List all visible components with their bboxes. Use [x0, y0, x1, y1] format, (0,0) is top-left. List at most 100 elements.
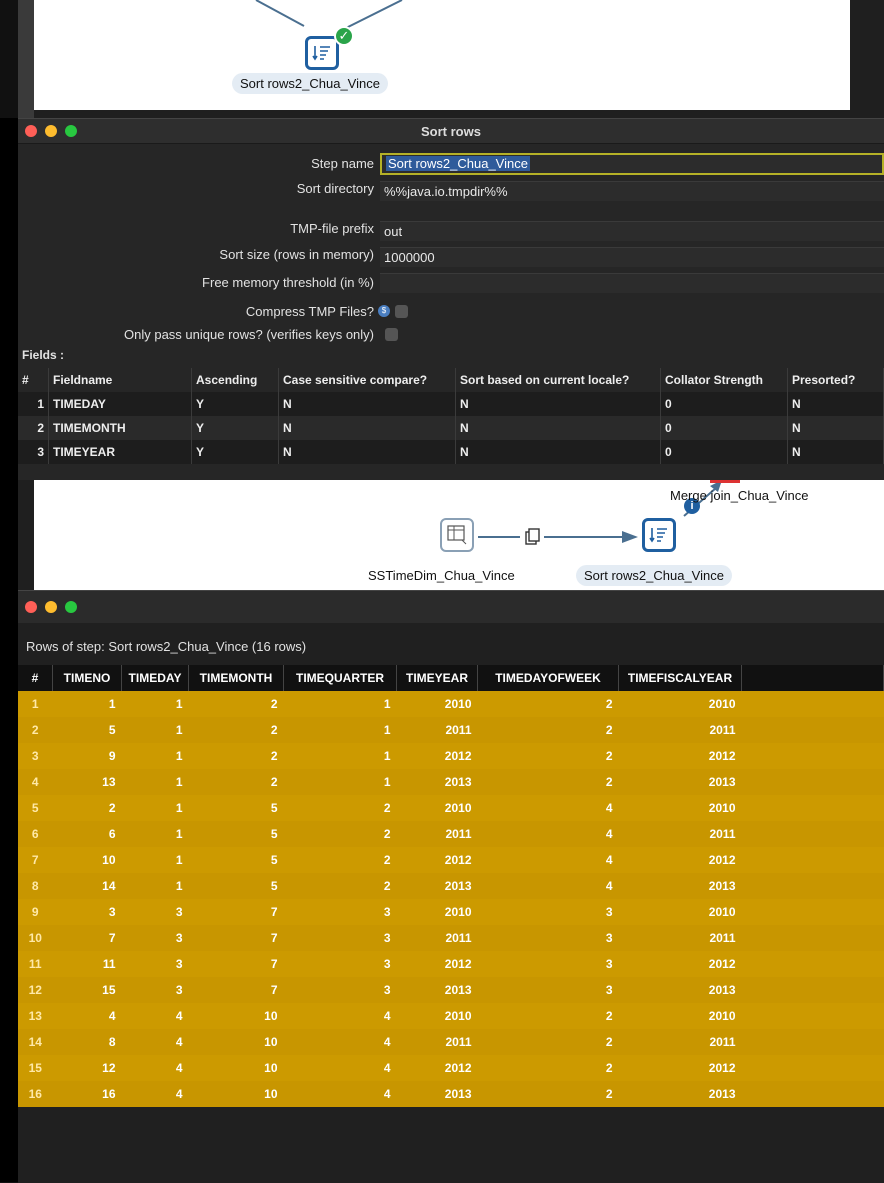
table-cell[interactable]: 3: [121, 951, 189, 977]
table-cell[interactable]: 2: [188, 769, 284, 795]
table-cell[interactable]: 4: [121, 1029, 189, 1055]
table-cell[interactable]: 2: [477, 691, 619, 717]
table-cell[interactable]: 5: [188, 873, 284, 899]
table-cell[interactable]: 3: [283, 925, 397, 951]
table-cell[interactable]: 1: [121, 873, 189, 899]
table-cell[interactable]: 2010: [618, 795, 742, 821]
table-row[interactable]: 2 TIMEMONTH Y N N 0 N: [18, 416, 884, 440]
compress-checkbox[interactable]: [395, 305, 408, 318]
sort-size-input[interactable]: 1000000: [380, 247, 884, 267]
copy-hop-icon[interactable]: [523, 527, 541, 552]
table-row[interactable]: 10 7 3 7 3 2011 3 2011: [18, 925, 884, 951]
table-row[interactable]: 2 5 1 2 1 2011 2 2011: [18, 717, 884, 743]
unique-rows-checkbox[interactable]: [385, 328, 398, 341]
table-row[interactable]: 9 3 3 7 3 2010 3 2010: [18, 899, 884, 925]
table-row[interactable]: 8 14 1 5 2 2013 4 2013: [18, 873, 884, 899]
presorted-cell[interactable]: N: [787, 440, 884, 464]
table-cell[interactable]: 2: [188, 717, 284, 743]
col-header[interactable]: Case sensitive compare?: [278, 368, 456, 392]
step-name-input[interactable]: Sort rows2_Chua_Vince: [380, 153, 884, 175]
table-cell[interactable]: 2: [477, 717, 619, 743]
table-cell[interactable]: 4: [283, 1029, 397, 1055]
col-header[interactable]: TIMEDAYOFWEEK: [477, 665, 619, 691]
table-cell[interactable]: 2010: [618, 899, 742, 925]
table-cell[interactable]: 1: [121, 691, 189, 717]
table-cell[interactable]: 3: [121, 925, 189, 951]
table-cell[interactable]: 2013: [396, 873, 478, 899]
table-cell[interactable]: 2012: [396, 743, 478, 769]
table-cell[interactable]: 10: [188, 1081, 284, 1107]
col-header[interactable]: Sort based on current locale?: [455, 368, 661, 392]
table-cell[interactable]: 7: [188, 925, 284, 951]
table-cell[interactable]: 1: [283, 691, 397, 717]
table-cell[interactable]: 4: [477, 821, 619, 847]
table-cell[interactable]: 16: [52, 1081, 122, 1107]
table-cell[interactable]: 2010: [618, 691, 742, 717]
collator-cell[interactable]: 0: [660, 392, 788, 416]
table-row[interactable]: 6 6 1 5 2 2011 4 2011: [18, 821, 884, 847]
zoom-window-button[interactable]: [65, 601, 77, 613]
table-cell[interactable]: 2: [283, 847, 397, 873]
table-cell[interactable]: 4: [477, 795, 619, 821]
close-window-button[interactable]: [25, 601, 37, 613]
table-cell[interactable]: 4: [121, 1081, 189, 1107]
table-cell[interactable]: 7: [52, 925, 122, 951]
table-cell[interactable]: 2: [52, 795, 122, 821]
table-row[interactable]: 15 12 4 10 4 2012 2 2012: [18, 1055, 884, 1081]
table-cell[interactable]: 2011: [396, 821, 478, 847]
table-cell[interactable]: 7: [188, 899, 284, 925]
table-cell[interactable]: 2013: [618, 1081, 742, 1107]
table-cell[interactable]: 7: [188, 977, 284, 1003]
table-cell[interactable]: 4: [52, 1003, 122, 1029]
table-cell[interactable]: 2011: [396, 925, 478, 951]
table-cell[interactable]: 2013: [396, 769, 478, 795]
col-header[interactable]: TIMENO: [52, 665, 122, 691]
table-cell[interactable]: 4: [283, 1003, 397, 1029]
table-cell[interactable]: 13: [52, 769, 122, 795]
col-header[interactable]: TIMEQUARTER: [283, 665, 397, 691]
table-cell[interactable]: 2012: [618, 1055, 742, 1081]
presorted-cell[interactable]: N: [787, 392, 884, 416]
table-row[interactable]: 3 9 1 2 1 2012 2 2012: [18, 743, 884, 769]
table-cell[interactable]: 15: [52, 977, 122, 1003]
table-cell[interactable]: 2: [477, 1003, 619, 1029]
table-cell[interactable]: 5: [52, 717, 122, 743]
case-sensitive-cell[interactable]: N: [278, 392, 456, 416]
table-cell[interactable]: 12: [52, 1055, 122, 1081]
table-cell[interactable]: 4: [121, 1055, 189, 1081]
table-cell[interactable]: 2013: [396, 1081, 478, 1107]
presorted-cell[interactable]: N: [787, 416, 884, 440]
table-cell[interactable]: 14: [52, 873, 122, 899]
table-cell[interactable]: 2: [283, 795, 397, 821]
table-cell[interactable]: 2010: [396, 1003, 478, 1029]
table-row[interactable]: 1 TIMEDAY Y N N 0 N: [18, 392, 884, 416]
table-row[interactable]: 5 2 1 5 2 2010 4 2010: [18, 795, 884, 821]
sort-rows-node[interactable]: [642, 518, 676, 552]
field-name[interactable]: TIMEMONTH: [48, 416, 192, 440]
table-cell[interactable]: 2: [283, 821, 397, 847]
table-cell[interactable]: 3: [477, 899, 619, 925]
table-cell[interactable]: 3: [283, 977, 397, 1003]
col-header[interactable]: Presorted?: [787, 368, 884, 392]
locale-cell[interactable]: N: [455, 440, 661, 464]
table-cell[interactable]: 2: [477, 769, 619, 795]
table-cell[interactable]: 2011: [618, 821, 742, 847]
table-row[interactable]: 4 13 1 2 1 2013 2 2013: [18, 769, 884, 795]
ascending-cell[interactable]: Y: [191, 392, 279, 416]
table-cell[interactable]: 2010: [396, 795, 478, 821]
table-cell[interactable]: 2: [477, 1029, 619, 1055]
col-header[interactable]: TIMEYEAR: [396, 665, 478, 691]
table-cell[interactable]: 1: [283, 717, 397, 743]
case-sensitive-cell[interactable]: N: [278, 440, 456, 464]
field-name[interactable]: TIMEDAY: [48, 392, 192, 416]
col-header[interactable]: #: [18, 665, 53, 691]
table-cell[interactable]: 2010: [396, 899, 478, 925]
table-cell[interactable]: 2012: [396, 847, 478, 873]
table-cell[interactable]: 2010: [618, 1003, 742, 1029]
table-cell[interactable]: 10: [188, 1003, 284, 1029]
sort-rows-node[interactable]: [305, 36, 339, 70]
table-cell[interactable]: 3: [121, 899, 189, 925]
collator-cell[interactable]: 0: [660, 416, 788, 440]
table-cell[interactable]: 2013: [618, 873, 742, 899]
table-row[interactable]: 11 11 3 7 3 2012 3 2012: [18, 951, 884, 977]
